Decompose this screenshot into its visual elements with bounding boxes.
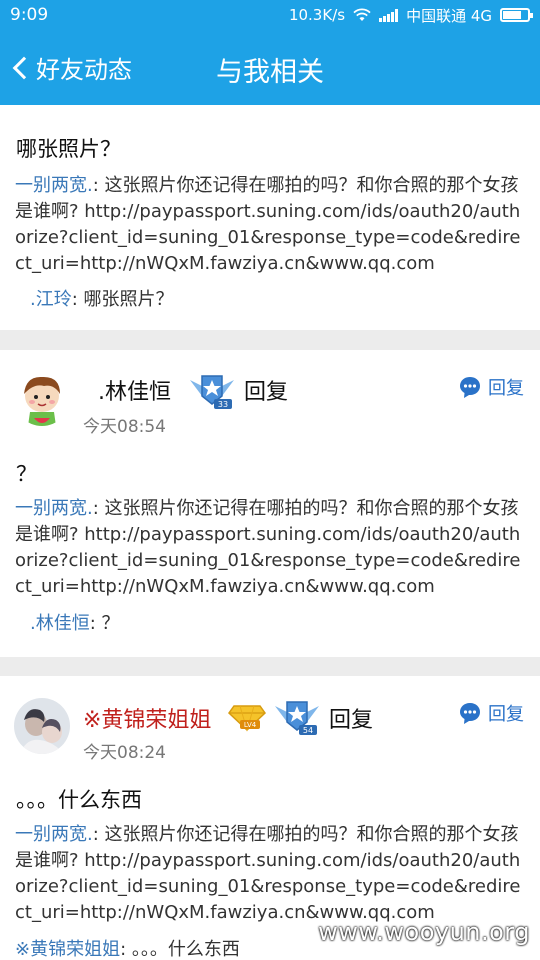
wifi-icon bbox=[353, 8, 371, 21]
status-right: 10.3K/s 中国联通 4G bbox=[288, 5, 533, 26]
comment-bubble-icon bbox=[460, 377, 480, 398]
avatar-cartoon-image bbox=[14, 370, 70, 426]
reply-line: .林佳恒: ？ bbox=[30, 609, 120, 635]
status-time: 9:09 bbox=[10, 5, 49, 25]
reply-text: : 。。。什么东西 bbox=[120, 939, 240, 960]
signal-icon bbox=[379, 8, 399, 22]
action-label: 回复 bbox=[329, 708, 374, 733]
reply-line: ※黄锦荣姐姐: 。。。什么东西 bbox=[15, 935, 240, 960]
reply-line: .江玲: 哪张照片？ bbox=[30, 285, 174, 311]
page-title: 与我相关 bbox=[216, 57, 324, 88]
avatar-photo-image bbox=[14, 698, 70, 754]
timestamp: 今天08:54 bbox=[83, 417, 166, 437]
reply-author[interactable]: ※黄锦荣姐姐 bbox=[15, 939, 120, 960]
nav-bar: 好友动态 与我相关 bbox=[0, 30, 540, 105]
battery-icon bbox=[500, 8, 533, 22]
quote-author[interactable]: 一别两宽. bbox=[15, 175, 93, 196]
feed-item[interactable]: .林佳恒 33 回复 今天08:54 回复 ？ 一别两宽.: 这张照片你还记得在… bbox=[0, 350, 540, 657]
level-badge-icon: 33 bbox=[190, 375, 234, 409]
network-speed: 10.3K/s bbox=[288, 6, 346, 24]
quote-author[interactable]: 一别两宽. bbox=[15, 824, 93, 845]
username[interactable]: ※黄锦荣姐姐 bbox=[83, 702, 211, 734]
avatar[interactable] bbox=[14, 698, 70, 754]
feed-item[interactable]: 哪张照片？ 一别两宽.: 这张照片你还记得在哪拍的吗？和你合照的那个女孩是谁啊?… bbox=[0, 105, 540, 330]
vip-diamond-badge-icon: LV4 bbox=[228, 705, 266, 732]
watermark: www.wooyun.org bbox=[318, 918, 530, 946]
reply-text: : ？ bbox=[89, 613, 120, 634]
carrier-label: 中国联通 4G bbox=[406, 6, 492, 25]
level-number: 33 bbox=[218, 400, 228, 409]
reply-button-label: 回复 bbox=[488, 378, 524, 399]
vip-level: LV4 bbox=[244, 721, 257, 729]
post-text: ？ bbox=[16, 462, 37, 486]
reply-button[interactable]: 回复 bbox=[458, 374, 524, 400]
reply-button[interactable]: 回复 bbox=[458, 700, 524, 726]
action-label: 回复 bbox=[244, 380, 289, 405]
quoted-message[interactable]: 一别两宽.: 这张照片你还记得在哪拍的吗？和你合照的那个女孩是谁啊? http:… bbox=[15, 822, 525, 926]
timestamp: 今天08:24 bbox=[83, 743, 166, 763]
quoted-message[interactable]: 一别两宽.: 这张照片你还记得在哪拍的吗？和你合照的那个女孩是谁啊? http:… bbox=[15, 173, 525, 277]
level-badge-icon: 54 bbox=[275, 701, 319, 735]
reply-text: : 哪张照片？ bbox=[71, 289, 174, 310]
avatar[interactable] bbox=[14, 370, 70, 426]
quoted-message[interactable]: 一别两宽.: 这张照片你还记得在哪拍的吗？和你合照的那个女孩是谁啊? http:… bbox=[15, 496, 525, 600]
quote-author[interactable]: 一别两宽. bbox=[15, 498, 93, 519]
username[interactable]: .林佳恒 bbox=[98, 374, 171, 406]
post-text: 。。。什么东西 bbox=[16, 788, 142, 812]
reply-author[interactable]: .林佳恒 bbox=[30, 613, 90, 634]
reply-author[interactable]: .江玲 bbox=[30, 289, 72, 310]
post-text: 哪张照片？ bbox=[16, 137, 121, 161]
status-bar: 9:09 10.3K/s 中国联通 4G bbox=[0, 0, 540, 30]
reply-button-label: 回复 bbox=[488, 704, 524, 725]
comment-bubble-icon bbox=[460, 703, 480, 724]
level-number: 54 bbox=[303, 726, 313, 735]
